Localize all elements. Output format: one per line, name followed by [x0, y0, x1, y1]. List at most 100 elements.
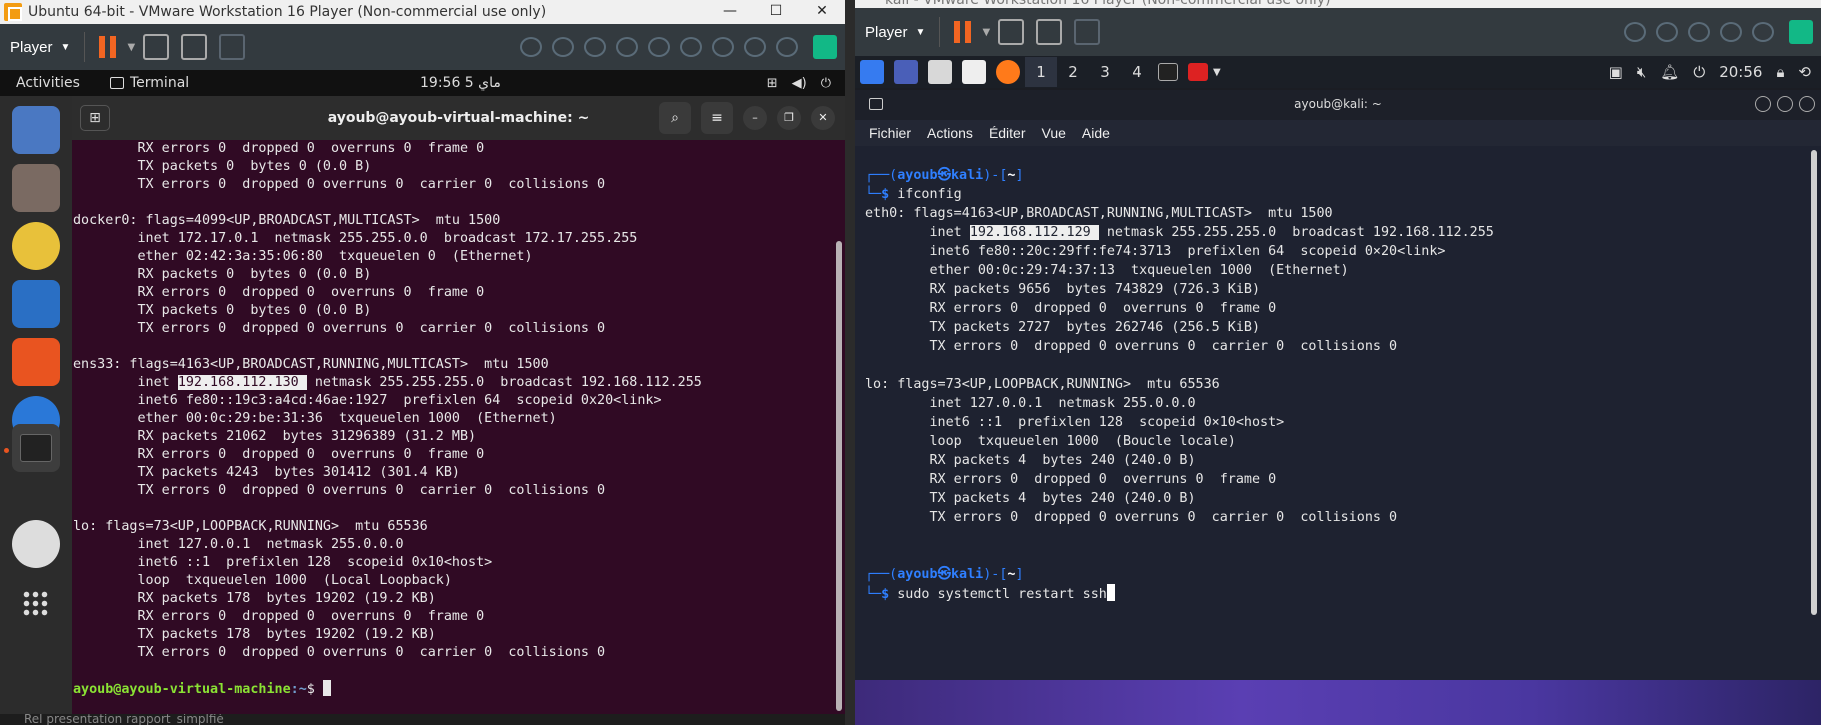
lock-icon[interactable]: 🔒︎	[1776, 63, 1784, 81]
files-icon[interactable]	[12, 164, 60, 212]
app-menu-terminal[interactable]: Terminal	[110, 75, 189, 91]
app-task-icon[interactable]	[1188, 63, 1208, 81]
hard-disk-icon[interactable]	[1624, 22, 1646, 42]
pause-icon[interactable]	[99, 36, 119, 58]
menu-vue[interactable]: Vue	[1042, 125, 1066, 141]
clock[interactable]: 19:56 5 ماي	[420, 75, 501, 91]
terminal-menubar: Fichier Actions Éditer Vue Aide	[855, 120, 1821, 146]
fullscreen-icon[interactable]	[181, 34, 208, 60]
volume-icon: ◀)	[791, 75, 807, 91]
network-adapter-icon[interactable]	[520, 37, 542, 57]
player-menu-button[interactable]: Player ▼	[855, 24, 935, 41]
ubuntu-top-bar: Activities Terminal 19:56 5 ماي ⊞ ◀) ⏻	[0, 70, 845, 96]
ubuntu-terminal-window: ⊞ ayoub@ayoub-virtual-machine: ~ ⌕ ≡ – ❐…	[72, 96, 845, 725]
thunderbird-icon[interactable]	[12, 106, 60, 154]
workspace-4[interactable]: 4	[1121, 57, 1153, 87]
minimize-button[interactable]	[1755, 96, 1771, 112]
message-log-icon[interactable]	[1789, 20, 1813, 44]
cd-drive-icon[interactable]	[584, 37, 606, 57]
vmware-logo-icon	[4, 3, 22, 21]
unity-icon[interactable]	[1074, 19, 1101, 45]
software-center-icon[interactable]	[12, 338, 60, 386]
printer-icon[interactable]	[1688, 22, 1710, 42]
message-log-icon[interactable]	[813, 35, 837, 59]
power-icon[interactable]: ⏻	[1693, 63, 1705, 81]
text-cursor	[1106, 584, 1115, 601]
notification-bell-icon[interactable]: 🔔︎	[1660, 63, 1679, 81]
menu-fichier[interactable]: Fichier	[869, 125, 911, 141]
prompt-user: ayoub@ayoub-virtual-machine	[73, 682, 291, 697]
maximize-button[interactable]	[1777, 96, 1793, 112]
vmware-window-kali: kali - VMware Workstation 16 Player (Non…	[855, 0, 1821, 725]
text-editor-icon[interactable]	[962, 60, 986, 84]
new-tab-button[interactable]: ⊞	[80, 105, 110, 131]
kali-menu-icon[interactable]	[860, 60, 884, 84]
network-icon[interactable]	[1656, 22, 1678, 42]
chevron-down-icon[interactable]: ▼	[127, 42, 135, 53]
system-tray[interactable]: ⊞ ◀) ⏻	[767, 76, 831, 91]
unity-icon[interactable]	[219, 34, 246, 60]
file-manager-icon[interactable]	[928, 60, 952, 84]
screenshot-icon[interactable]: ▣	[1609, 63, 1623, 81]
network-icon: ⊞	[766, 75, 778, 91]
chevron-down-icon[interactable]: ▼	[982, 27, 990, 38]
rhythmbox-icon[interactable]	[12, 222, 60, 270]
sound-icon[interactable]	[1720, 22, 1742, 42]
workspace-3[interactable]: 3	[1089, 57, 1121, 87]
writer-icon[interactable]	[12, 280, 60, 328]
hamburger-menu-button[interactable]: ≡	[701, 102, 733, 134]
workspace-2[interactable]: 2	[1057, 57, 1089, 87]
terminal-scrollbar[interactable]	[1811, 150, 1817, 615]
terminal-dock-icon[interactable]	[12, 424, 60, 472]
menu-actions[interactable]: Actions	[927, 125, 973, 141]
menu-editer[interactable]: Éditer	[989, 125, 1026, 141]
terminal-output[interactable]: RX errors 0 dropped 0 overruns 0 frame 0…	[72, 140, 833, 725]
menu-aide[interactable]: Aide	[1082, 125, 1110, 141]
floppy-icon[interactable]	[648, 37, 670, 57]
chevron-down-icon: ▼	[60, 41, 71, 53]
vm-titlebar: Ubuntu 64-bit - VMware Workstation 16 Pl…	[0, 0, 845, 24]
terminal-task-icon[interactable]	[1158, 63, 1178, 81]
vm-titlebar: kali - VMware Workstation 16 Player (Non…	[855, 0, 1821, 8]
app-menu-label: Terminal	[130, 75, 190, 91]
printer-icon[interactable]	[712, 37, 734, 57]
maximize-button[interactable]: ❐	[777, 106, 801, 130]
send-ctrl-alt-del-icon[interactable]	[143, 34, 170, 60]
clock[interactable]: 20:56	[1719, 63, 1762, 81]
hard-disk-icon[interactable]	[552, 37, 574, 57]
chevron-down-icon[interactable]: ▼	[1213, 67, 1221, 78]
minimize-button[interactable]: —	[707, 0, 753, 24]
activities-button[interactable]: Activities	[16, 75, 110, 91]
network-icon[interactable]	[680, 37, 702, 57]
close-button[interactable]	[1799, 96, 1815, 112]
terminal-icon	[869, 98, 883, 110]
terminal-scrollbar[interactable]	[836, 241, 842, 711]
ip-address-highlight[interactable]: 192.168.112.129	[969, 225, 1099, 240]
settings-icon[interactable]	[776, 37, 798, 57]
terminal-output[interactable]: ┌──(ayoub㉿kali)-[~] └─$ ifconfig eth0: f…	[865, 166, 1805, 680]
workspace-1[interactable]: 1	[1025, 57, 1057, 87]
fullscreen-icon[interactable]	[1036, 19, 1063, 45]
logout-icon[interactable]: ⟲	[1798, 63, 1811, 81]
dvd-icon[interactable]	[12, 520, 60, 568]
settings-icon[interactable]	[1752, 22, 1774, 42]
show-apps-icon[interactable]	[12, 580, 60, 628]
close-button[interactable]: ✕	[811, 106, 835, 130]
ip-address-highlight[interactable]: 192.168.112.130	[177, 375, 307, 390]
send-ctrl-alt-del-icon[interactable]	[998, 19, 1025, 45]
firefox-icon[interactable]	[996, 60, 1020, 84]
usb-icon[interactable]	[616, 37, 638, 57]
pause-icon[interactable]	[954, 21, 974, 43]
show-desktop-icon[interactable]	[894, 60, 918, 84]
player-menu-button[interactable]: Player ▼	[0, 39, 80, 56]
search-button[interactable]: ⌕	[659, 102, 691, 134]
sound-icon[interactable]	[744, 37, 766, 57]
minimize-button[interactable]: –	[743, 106, 767, 130]
terminal-headerbar: ⊞ ayoub@ayoub-virtual-machine: ~ ⌕ ≡ – ❐…	[72, 96, 845, 140]
command-text: ifconfig	[897, 187, 962, 202]
close-button[interactable]: ✕	[799, 0, 845, 24]
power-icon: ⏻	[820, 75, 831, 91]
maximize-button[interactable]: ☐	[753, 0, 799, 24]
mute-icon[interactable]: 🔇︎	[1637, 63, 1646, 81]
chevron-down-icon: ▼	[915, 26, 926, 38]
